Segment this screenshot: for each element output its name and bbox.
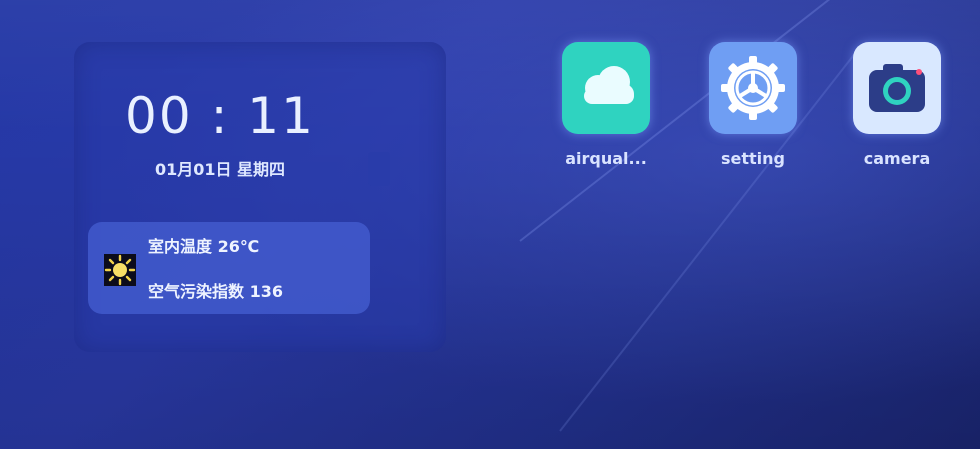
app-airquality[interactable]: airqual... (558, 42, 654, 176)
cloud-icon (584, 66, 634, 104)
app-tile[interactable] (853, 42, 941, 134)
gear-icon (721, 56, 785, 120)
camera-icon (869, 64, 925, 112)
app-camera[interactable]: camera (849, 42, 945, 176)
air-pollution-index: 空气污染指数 136 (148, 282, 283, 301)
app-label: setting (721, 149, 785, 168)
app-label: airqual... (565, 149, 647, 168)
home-screen: 00 : 11 01月01日 星期四 室内温度 26℃ 空气污染指数 136 a… (0, 0, 980, 449)
indoor-temperature: 室内温度 26℃ (148, 237, 260, 256)
app-setting[interactable]: setting (705, 42, 801, 176)
app-tile[interactable] (562, 42, 650, 134)
reflection-mark (368, 152, 390, 186)
clock-date: 01月01日 星期四 (154, 160, 286, 179)
sun-icon (104, 254, 136, 286)
app-label: camera (863, 149, 931, 168)
clock-time: 00 : 11 (125, 87, 315, 145)
app-tile[interactable] (709, 42, 797, 134)
